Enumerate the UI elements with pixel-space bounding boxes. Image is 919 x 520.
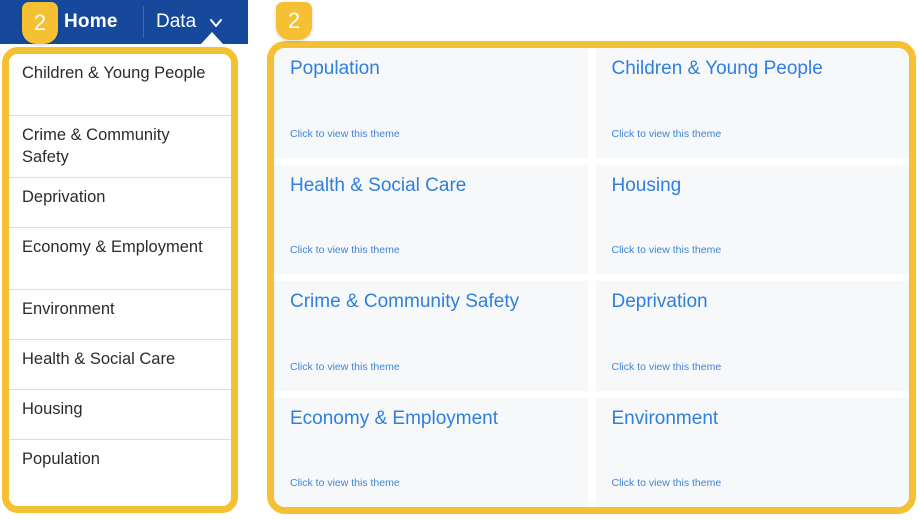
theme-card-title: Economy & Employment — [290, 407, 499, 429]
sidebar-item-children-young-people[interactable]: Children & Young People — [9, 54, 231, 116]
nav-item-home[interactable]: Home — [64, 0, 118, 44]
sidebar-item-environment[interactable]: Environment — [9, 290, 231, 340]
sidebar-item-label: Deprivation — [22, 188, 106, 206]
sidebar-item-housing[interactable]: Housing — [9, 390, 231, 440]
cards-highlight-frame: Population Click to view this theme Chil… — [267, 41, 916, 514]
sidebar-item-economy-employment[interactable]: Economy & Employment — [9, 228, 231, 290]
sidebar-item-health-social-care[interactable]: Health & Social Care — [9, 340, 231, 390]
theme-card-link[interactable]: Click to view this theme — [612, 244, 896, 266]
sidebar-item-deprivation[interactable]: Deprivation — [9, 178, 231, 228]
theme-card-grid: Population Click to view this theme Chil… — [274, 48, 909, 507]
theme-card-title: Health & Social Care — [290, 174, 467, 196]
sidebar-highlight-frame: Children & Young People Crime & Communit… — [2, 47, 238, 513]
sidebar-item-label: Crime & Community Safety — [22, 126, 170, 166]
theme-card-economy-employment[interactable]: Economy & Employment Click to view this … — [274, 397, 588, 507]
annotation-badge-sidebar-label: 2 — [33, 10, 47, 35]
annotation-badge-cards: 2 — [276, 2, 312, 40]
annotation-badge-sidebar: 2 — [22, 2, 58, 44]
theme-card-link[interactable]: Click to view this theme — [290, 128, 574, 150]
nav-item-home-label: Home — [64, 11, 118, 32]
sidebar-item-population[interactable]: Population — [9, 440, 231, 490]
theme-card-link[interactable]: Click to view this theme — [612, 361, 896, 383]
theme-card-link[interactable]: Click to view this theme — [290, 244, 574, 266]
theme-card-title: Deprivation — [611, 291, 708, 312]
sidebar-item-label: Children & Young People — [22, 64, 206, 82]
sidebar-item-label: Economy & Employment — [22, 238, 203, 256]
nav-divider — [143, 6, 144, 38]
theme-card-children-young-people[interactable]: Children & Young People Click to view th… — [595, 48, 909, 158]
theme-cards-region: 2 Population Click to view this theme Ch… — [265, 0, 919, 520]
chevron-down-icon[interactable] — [208, 15, 224, 31]
sidebar-item-label: Environment — [22, 300, 115, 318]
theme-card-title: Crime & Community Safety — [290, 291, 520, 312]
theme-card-title: Housing — [611, 174, 682, 196]
nav-item-data-label: Data — [156, 11, 197, 32]
sidebar-item-label: Population — [22, 450, 100, 468]
nav-item-data[interactable]: Data — [156, 0, 196, 44]
theme-card-link[interactable]: Click to view this theme — [290, 361, 574, 383]
theme-card-title: Population — [290, 58, 380, 79]
dropdown-pointer-triangle — [201, 32, 223, 44]
theme-card-health-social-care[interactable]: Health & Social Care Click to view this … — [274, 164, 588, 274]
theme-card-link[interactable]: Click to view this theme — [612, 477, 896, 499]
theme-card-title: Children & Young People — [611, 58, 823, 79]
sidebar-item-crime-community-safety[interactable]: Crime & Community Safety — [9, 116, 231, 178]
theme-card-housing[interactable]: Housing Click to view this theme — [595, 164, 909, 274]
sidebar-item-label: Health & Social Care — [22, 350, 176, 368]
theme-card-link[interactable]: Click to view this theme — [290, 477, 574, 499]
theme-card-title: Environment — [611, 407, 719, 429]
theme-card-crime-community-safety[interactable]: Crime & Community Safety Click to view t… — [274, 281, 588, 391]
sidebar-theme-list: Children & Young People Crime & Communit… — [9, 54, 231, 506]
sidebar-item-label: Housing — [22, 400, 83, 418]
theme-card-population[interactable]: Population Click to view this theme — [274, 48, 588, 158]
theme-card-deprivation[interactable]: Deprivation Click to view this theme — [595, 281, 909, 391]
sidebar-navigation-region: Home Data 2 Children & Young People Crim… — [0, 0, 248, 520]
theme-card-environment[interactable]: Environment Click to view this theme — [595, 397, 909, 507]
theme-card-link[interactable]: Click to view this theme — [612, 128, 896, 150]
annotation-badge-cards-label: 2 — [287, 8, 301, 33]
